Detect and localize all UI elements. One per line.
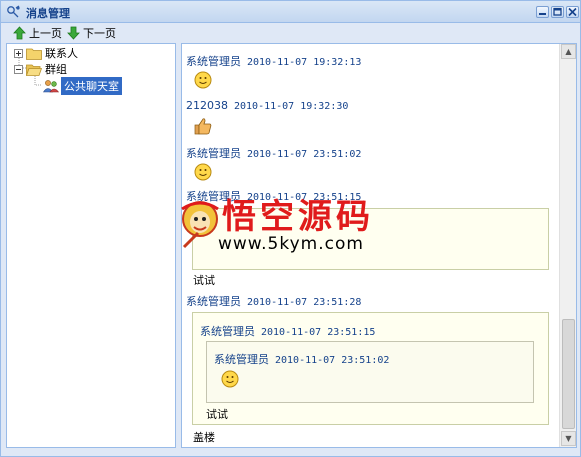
tree-item-label-selected: 公共聊天室: [61, 77, 122, 95]
monkey-logo-icon: [181, 201, 219, 249]
nested-sender-name: 系统管理员: [214, 353, 269, 366]
vertical-scrollbar[interactable]: ▲ ▼: [559, 44, 576, 447]
chat-window-icon: [7, 5, 20, 18]
sender-name: 系统管理员: [186, 147, 241, 160]
next-page-button[interactable]: 下一页: [67, 24, 116, 42]
close-icon: [568, 7, 577, 17]
arrow-down-icon: [67, 26, 80, 40]
nested-quote-box: 系统管理员 2010-11-07 23:51:02: [206, 341, 534, 403]
tree-item-label: 联系人: [45, 47, 78, 60]
tree-item-label: 群组: [45, 63, 67, 76]
minimize-button[interactable]: [536, 6, 549, 18]
window-title: 消息管理: [26, 7, 70, 20]
message-header: 系统管理员 2010-11-07 23:51:28: [186, 293, 361, 309]
folder-open-icon: [26, 64, 42, 76]
message-manager-window: 消息管理 上一页 下一页 联系人 群组 公共聊天室 系统管理员 2010-11-…: [0, 0, 581, 457]
quoted-message-header: 系统管理员 2010-11-07 23:51:15: [200, 323, 375, 339]
watermark-title: 悟空源码: [222, 197, 374, 237]
toolbar: 上一页 下一页: [1, 24, 580, 42]
scrollbar-thumb[interactable]: [562, 319, 575, 429]
folder-icon: [26, 48, 42, 60]
quoted-message-text: 试试: [206, 408, 228, 421]
group-users-icon: [43, 80, 59, 93]
contact-tree: 联系人 群组 公共聊天室: [6, 43, 176, 448]
scroll-down-button[interactable]: ▼: [561, 431, 576, 446]
message-time: 2010-11-07 23:51:02: [247, 149, 362, 160]
maximize-icon: [553, 7, 562, 16]
tree-item-public-room[interactable]: 公共聊天室: [43, 77, 122, 95]
maximize-button[interactable]: [551, 6, 564, 18]
prev-page-label: 上一页: [29, 27, 62, 40]
message-time: 2010-11-07 19:32:30: [234, 101, 349, 112]
window-titlebar[interactable]: 消息管理: [1, 1, 580, 23]
expand-icon[interactable]: [14, 48, 23, 58]
tree-item-groups[interactable]: 群组: [14, 61, 67, 77]
message-time: 2010-11-07 19:32:13: [247, 57, 362, 68]
scroll-up-button[interactable]: ▲: [561, 44, 576, 59]
message-time: 2010-11-07 23:51:28: [247, 297, 362, 308]
nested-message-time: 2010-11-07 23:51:02: [275, 355, 390, 366]
smile-emoji-icon: [221, 370, 239, 388]
quoted-sender-name: 系统管理员: [200, 325, 255, 338]
smile-emoji-icon: [194, 71, 212, 89]
close-button[interactable]: [566, 6, 579, 18]
prev-page-button[interactable]: 上一页: [13, 24, 62, 42]
watermark-url: www.5kym.com: [218, 234, 364, 254]
nested-quote-header: 系统管理员 2010-11-07 23:51:02: [214, 351, 389, 367]
message-header: 系统管理员 2010-11-07 19:32:13: [186, 53, 361, 69]
sender-name: 212038: [186, 99, 228, 112]
quoted-message-box: 系统管理员 2010-11-07 23:51:15 系统管理员 2010-11-07…: [192, 312, 549, 425]
message-text: 试试: [193, 274, 215, 287]
watermark-overlay: 悟空源码 www.5kym.com: [178, 189, 408, 269]
message-text: 盖楼: [193, 431, 215, 444]
sender-name: 系统管理员: [186, 55, 241, 68]
arrow-up-icon: [13, 26, 26, 40]
quoted-message-time: 2010-11-07 23:51:15: [261, 327, 376, 338]
tree-item-contacts[interactable]: 联系人: [14, 45, 78, 61]
sender-name: 系统管理员: [186, 295, 241, 308]
collapse-icon[interactable]: [14, 64, 23, 74]
message-header: 系统管理员 2010-11-07 23:51:02: [186, 145, 361, 161]
message-header: 212038 2010-11-07 19:32:30: [186, 99, 348, 112]
smile-emoji-icon: [194, 163, 212, 181]
next-page-label: 下一页: [83, 27, 116, 40]
minimize-icon: [539, 13, 546, 15]
thumbs-up-emoji-icon: [194, 118, 212, 135]
